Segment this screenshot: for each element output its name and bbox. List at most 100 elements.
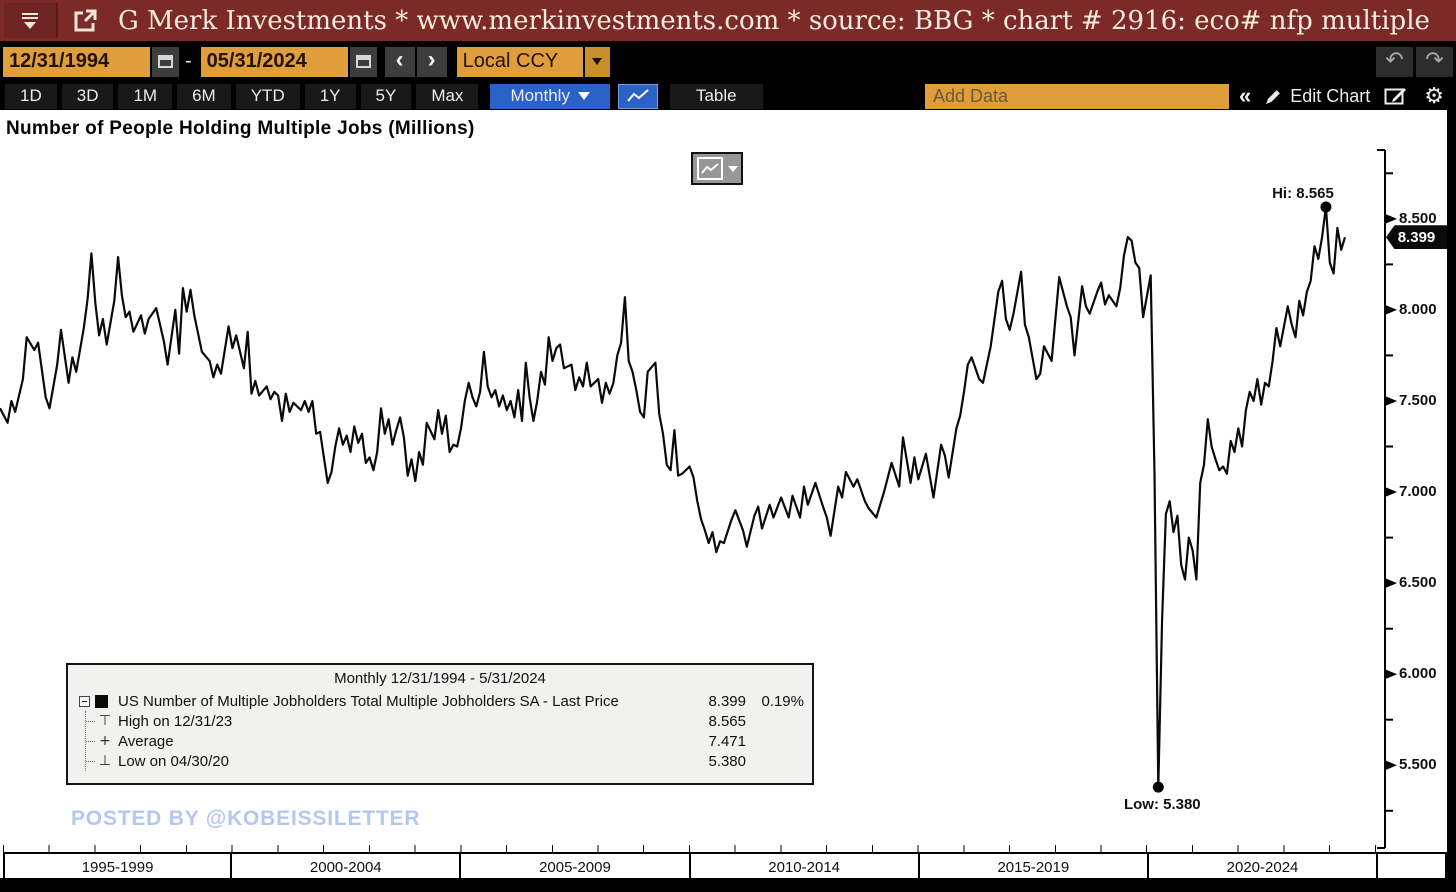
- bloomberg-chart-window: G Merk Investments * www.merkinvestments…: [0, 0, 1456, 892]
- range-1y-button[interactable]: 1Y: [305, 84, 356, 109]
- series-color-swatch: [95, 695, 108, 708]
- high-value: 8.565: [680, 713, 746, 730]
- shift-range-forward-button[interactable]: ›: [417, 47, 447, 77]
- table-view-button[interactable]: Table: [670, 84, 763, 109]
- currency-value: Local CCY: [463, 50, 559, 73]
- hi-dot: [1320, 202, 1331, 213]
- watermark: POSTED BY @KOBEISSILETTER: [71, 807, 420, 831]
- collapse-panel-button[interactable]: «: [1239, 83, 1251, 109]
- export-icon: [72, 8, 98, 34]
- y-major-tick: [1385, 487, 1397, 497]
- chart-toolbar: 1D 3D 1M 6M YTD 1Y 5Y Max Monthly Table …: [0, 82, 1456, 110]
- legend-low-row: ⊥ Low on 04/30/20 5.380: [68, 751, 812, 771]
- x-axis-group-label: 1995-1999: [3, 854, 232, 880]
- low-value: 5.380: [680, 753, 746, 770]
- y-tick-label: 5.500: [1399, 756, 1437, 773]
- y-tick-label: 8.000: [1399, 301, 1437, 318]
- legend-average-row: + Average 7.471: [68, 731, 812, 751]
- shift-range-back-button[interactable]: ‹: [385, 47, 415, 77]
- chevron-right-icon: ›: [428, 48, 436, 75]
- window-title: G Merk Investments * www.merkinvestments…: [118, 6, 1430, 36]
- chart-area: Number of People Holding Multiple Jobs (…: [0, 110, 1456, 892]
- low-marker-icon: ⊥: [97, 753, 113, 769]
- range-5y-button[interactable]: 5Y: [361, 84, 412, 109]
- panel-menu-button[interactable]: [4, 3, 58, 38]
- start-date-input[interactable]: [3, 47, 150, 77]
- chevron-left-icon: ‹: [396, 48, 404, 75]
- range-ytd-button[interactable]: YTD: [236, 84, 300, 109]
- undo-button[interactable]: ↶: [1376, 47, 1413, 77]
- range-max-button[interactable]: Max: [416, 84, 478, 109]
- y-major-tick: [1385, 214, 1397, 224]
- average-marker-icon: +: [97, 733, 113, 749]
- calendar-icon: [356, 55, 371, 68]
- bottom-strip: [0, 878, 1456, 892]
- range-1m-button[interactable]: 1M: [118, 84, 172, 109]
- range-3d-button[interactable]: 3D: [62, 84, 114, 109]
- currency-dropdown-button[interactable]: [585, 47, 610, 77]
- export-button[interactable]: [62, 3, 108, 38]
- end-date-input[interactable]: [201, 47, 348, 77]
- end-date-calendar-button[interactable]: [350, 47, 377, 77]
- x-axis-group-label: 2015-2019: [920, 854, 1149, 880]
- add-data-input[interactable]: [925, 84, 1229, 109]
- legend-high-row: ⊤ High on 12/31/23 8.565: [68, 711, 812, 731]
- line-chart-icon: [626, 88, 650, 104]
- y-tick-label: 6.500: [1399, 574, 1437, 591]
- redo-icon: ↷: [1425, 48, 1443, 73]
- chevron-down-icon: [592, 58, 602, 65]
- title-bar: G Merk Investments * www.merkinvestments…: [0, 0, 1456, 41]
- legend-header: Monthly 12/31/1994 - 5/31/2024: [68, 665, 812, 691]
- y-major-tick: [1385, 305, 1397, 315]
- range-6m-button[interactable]: 6M: [177, 84, 231, 109]
- chevron-down-icon: [728, 166, 738, 172]
- average-value: 7.471: [680, 733, 746, 750]
- y-tick-label: 7.500: [1399, 392, 1437, 409]
- range-1d-button[interactable]: 1D: [5, 84, 57, 109]
- x-axis-group-label: 2005-2009: [461, 854, 690, 880]
- y-tick-label: 8.500: [1399, 210, 1437, 227]
- redo-button[interactable]: ↷: [1416, 47, 1453, 77]
- calendar-icon: [158, 55, 173, 68]
- start-date-calendar-button[interactable]: [152, 47, 179, 77]
- settings-gear-icon[interactable]: ⚙: [1424, 84, 1444, 109]
- annotate-chart-button[interactable]: [1384, 87, 1408, 106]
- y-tick-label: 6.000: [1399, 665, 1437, 682]
- low-dot: [1153, 782, 1164, 793]
- date-bar: - ‹ › Local CCY ↶ ↷: [0, 41, 1456, 82]
- series-last-price: 8.399: [680, 693, 746, 710]
- last-price-badge: 8.399: [1386, 225, 1447, 249]
- high-label: High on 12/31/23: [118, 713, 680, 730]
- y-major-tick: [1385, 669, 1397, 679]
- y-major-tick: [1385, 760, 1397, 770]
- average-label: Average: [118, 733, 680, 750]
- chart-style-button[interactable]: [691, 152, 743, 185]
- currency-select[interactable]: Local CCY: [457, 47, 583, 77]
- frequency-value: Monthly: [510, 86, 570, 106]
- x-axis-group-label: 2000-2004: [232, 854, 461, 880]
- series-change-pct: 0.19%: [746, 693, 804, 710]
- x-axis-year-ticks: [3, 845, 1378, 852]
- chevron-down-icon: [578, 92, 590, 100]
- chart-type-button[interactable]: [618, 84, 658, 109]
- high-marker-icon: ⊤: [97, 713, 113, 729]
- y-major-tick: [1385, 578, 1397, 588]
- y-tick-label: 7.000: [1399, 483, 1437, 500]
- hi-annotation: Hi: 8.565: [1272, 185, 1334, 202]
- undo-icon: ↶: [1385, 48, 1403, 73]
- date-range-separator: -: [185, 50, 192, 73]
- series-label: US Number of Multiple Jobholders Total M…: [118, 693, 680, 710]
- menu-collapse-icon: [22, 13, 38, 29]
- pencil-icon: [1265, 88, 1282, 105]
- x-axis-group-label: 2010-2014: [691, 854, 920, 880]
- frequency-dropdown[interactable]: Monthly: [490, 84, 610, 109]
- low-annotation: Low: 5.380: [1124, 796, 1201, 813]
- edit-chart-button[interactable]: Edit Chart: [1265, 86, 1370, 107]
- x-axis-empty-cell: [1378, 854, 1447, 880]
- right-strip: [1447, 110, 1456, 892]
- expander-icon[interactable]: [79, 696, 90, 707]
- annotate-chart-icon: [1384, 87, 1408, 106]
- legend-box: Monthly 12/31/1994 - 5/31/2024 US Number…: [66, 663, 814, 785]
- line-chart-icon: [697, 157, 723, 180]
- low-label: Low on 04/30/20: [118, 753, 680, 770]
